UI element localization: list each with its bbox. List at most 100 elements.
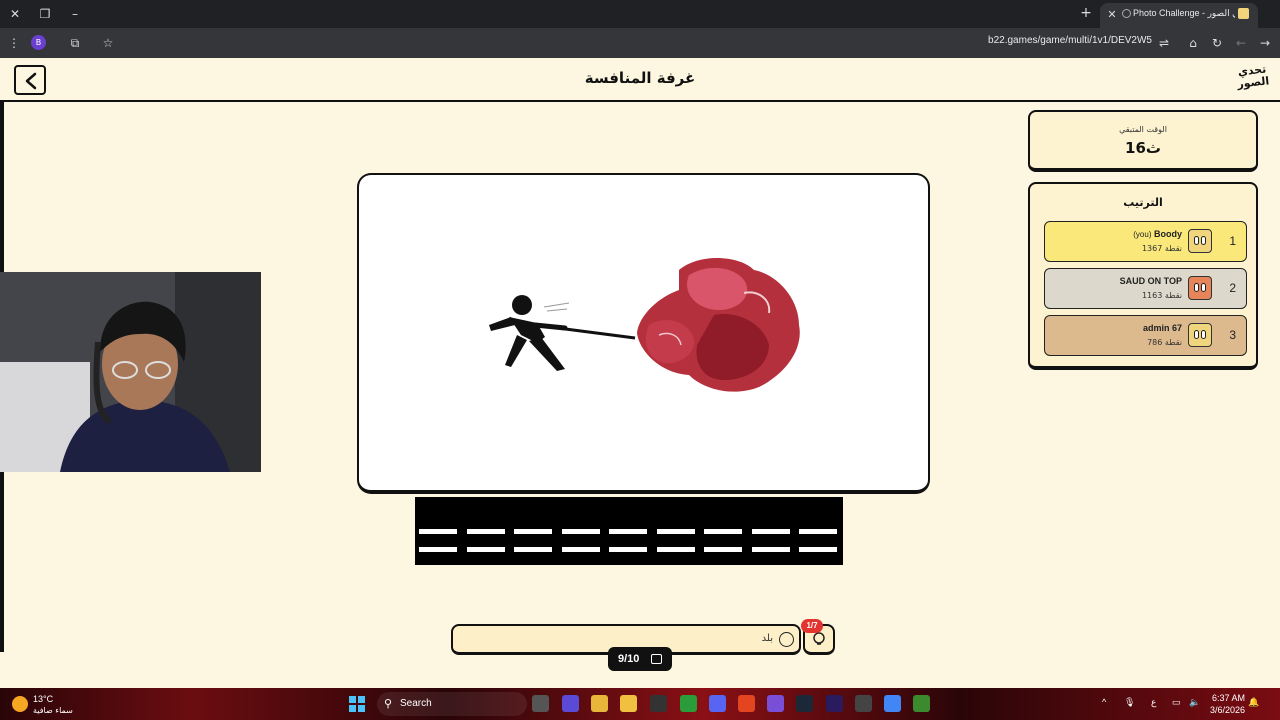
player-rank: 1 xyxy=(1229,234,1236,248)
reload-icon[interactable]: ↻ xyxy=(1208,34,1226,52)
notification-bell-icon[interactable]: 🔔 xyxy=(1248,697,1259,708)
answer-slot xyxy=(419,529,457,534)
windows-taskbar: 13°C سماء صافية ⚲ Search ^ 🎙 ع ▭ 🔈 6:37 … xyxy=(0,688,1280,720)
hint-count-badge: 1/7 xyxy=(801,619,823,633)
answer-slot xyxy=(799,529,837,534)
image-progress-text: 9/10 xyxy=(618,653,640,665)
player-row: 1 (you) Boody 1367 نقطة xyxy=(1044,221,1247,262)
timer-value: 16ث xyxy=(1125,139,1161,157)
player-name: (you) Boody xyxy=(1133,229,1182,239)
store-icon[interactable] xyxy=(620,695,637,712)
menu-dots-icon[interactable]: ⋮ xyxy=(5,34,23,52)
tab-close-icon[interactable]: ✕ xyxy=(1104,7,1120,23)
profile-avatar[interactable]: B xyxy=(31,35,46,50)
game-header: غرفة المنافسة تحدي الصور xyxy=(0,58,1280,102)
window-restore-icon[interactable]: ❐ xyxy=(36,5,54,23)
puzzle-image-card xyxy=(357,173,930,494)
address-bar[interactable]: b22.games/game/multi/1v1/DEV2W5 xyxy=(930,35,1152,46)
player-name: SAUD ON TOP xyxy=(1119,276,1182,286)
clock-time[interactable]: 6:37 AM xyxy=(1212,693,1245,703)
webcam-person-image xyxy=(0,272,261,472)
you-tag: (you) xyxy=(1133,230,1152,239)
site-settings-icon[interactable]: ⇌ xyxy=(1155,34,1173,52)
bookmark-star-icon[interactable]: ☆ xyxy=(99,34,117,52)
player-score: 1367 نقطة xyxy=(1141,244,1182,253)
answer-slot xyxy=(704,547,742,552)
tab-title: Photo Challenge - تحدي الصور xyxy=(1133,8,1235,18)
volume-icon[interactable]: 🔈 xyxy=(1189,697,1200,708)
obs-icon[interactable] xyxy=(855,695,872,712)
windows-start-icon[interactable] xyxy=(349,696,365,712)
player-row: 2 SAUD ON TOP 1163 نقطة xyxy=(1044,268,1247,309)
premiere-icon[interactable] xyxy=(826,695,843,712)
player-avatar xyxy=(1188,323,1212,347)
tab-photo-challenge[interactable]: ✕ Photo Challenge - تحدي الصور xyxy=(1100,3,1258,28)
answer-slot xyxy=(799,547,837,552)
taskbar-search[interactable]: ⚲ Search xyxy=(377,692,527,716)
timer-card: الوقت المتبقي 16ث xyxy=(1028,110,1258,172)
weather-sun-icon[interactable] xyxy=(12,696,28,712)
answer-slots-board xyxy=(415,497,843,565)
category-icon xyxy=(779,632,794,647)
weather-temperature: 13°C xyxy=(33,694,54,704)
answer-slot xyxy=(752,529,790,534)
tray-overflow-icon[interactable]: ^ xyxy=(1102,697,1106,707)
answer-slot xyxy=(657,547,695,552)
steam-icon[interactable] xyxy=(796,695,813,712)
guess-text: بلد xyxy=(761,633,773,644)
window-close-icon[interactable]: ✕ xyxy=(6,5,24,23)
puzzle-illustration xyxy=(489,257,800,392)
answer-slot xyxy=(419,547,457,552)
page-title: غرفة المنافسة xyxy=(584,69,696,87)
game-logo: تحدي الصور xyxy=(1236,62,1270,91)
player-row: 3 admin 67 786 نقطة xyxy=(1044,315,1247,356)
extensions-icon[interactable]: ⧉ xyxy=(66,34,84,52)
file-explorer-icon[interactable] xyxy=(591,695,608,712)
brave-icon[interactable] xyxy=(738,695,755,712)
home-icon[interactable]: ⌂ xyxy=(1184,34,1202,52)
answer-slot xyxy=(752,547,790,552)
window-minimize-icon[interactable]: – xyxy=(66,5,84,23)
clock-date[interactable]: 3/6/2026 xyxy=(1210,705,1245,715)
xbox-icon[interactable] xyxy=(680,695,697,712)
microphone-icon[interactable]: 🎙 xyxy=(1124,697,1135,708)
app-icon[interactable] xyxy=(767,695,784,712)
epic-games-icon[interactable] xyxy=(650,695,667,712)
webcam-overlay xyxy=(0,272,261,472)
answer-slot xyxy=(514,529,552,534)
back-button[interactable] xyxy=(14,65,46,95)
answer-slot xyxy=(609,529,647,534)
ranking-card: الترتيب 1 (you) Boody 1367 نقطة 2 SAUD O… xyxy=(1028,182,1258,370)
player-rank: 2 xyxy=(1229,281,1236,295)
teams-icon[interactable] xyxy=(562,695,579,712)
answer-slot xyxy=(514,547,552,552)
search-icon: ⚲ xyxy=(384,698,393,710)
answer-slot xyxy=(704,529,742,534)
timer-label: الوقت المتبقي xyxy=(1119,125,1167,134)
chrome-icon[interactable] xyxy=(884,695,901,712)
ranking-title: الترتيب xyxy=(1123,196,1163,209)
image-progress-counter: 9/10 xyxy=(608,647,672,671)
player-name-text: Boody xyxy=(1154,229,1182,239)
stick-figure-pulling-image xyxy=(489,295,636,371)
back-arrow-icon[interactable]: ← xyxy=(1232,34,1250,52)
weather-description: سماء صافية xyxy=(33,706,73,715)
player-avatar xyxy=(1188,276,1212,300)
network-icon[interactable]: ▭ xyxy=(1172,697,1181,708)
input-language[interactable]: ع xyxy=(1151,697,1156,708)
discord-icon[interactable] xyxy=(709,695,726,712)
new-tab-icon[interactable]: + xyxy=(1078,5,1094,21)
answer-slot xyxy=(657,529,695,534)
image-icon xyxy=(651,654,662,664)
answer-slot xyxy=(609,547,647,552)
tab-globe-icon xyxy=(1122,9,1131,18)
player-name: admin 67 xyxy=(1142,323,1182,333)
player-avatar xyxy=(1188,229,1212,253)
minecraft-icon[interactable] xyxy=(913,695,930,712)
forward-arrow-icon[interactable]: → xyxy=(1256,34,1274,52)
chevron-left-icon xyxy=(25,72,37,90)
answer-slot xyxy=(562,529,600,534)
task-view-icon[interactable] xyxy=(532,695,549,712)
answer-slot xyxy=(562,547,600,552)
tab-strip: ✕ ❐ – + ✕ Photo Challenge - تحدي الصور xyxy=(0,0,1280,28)
